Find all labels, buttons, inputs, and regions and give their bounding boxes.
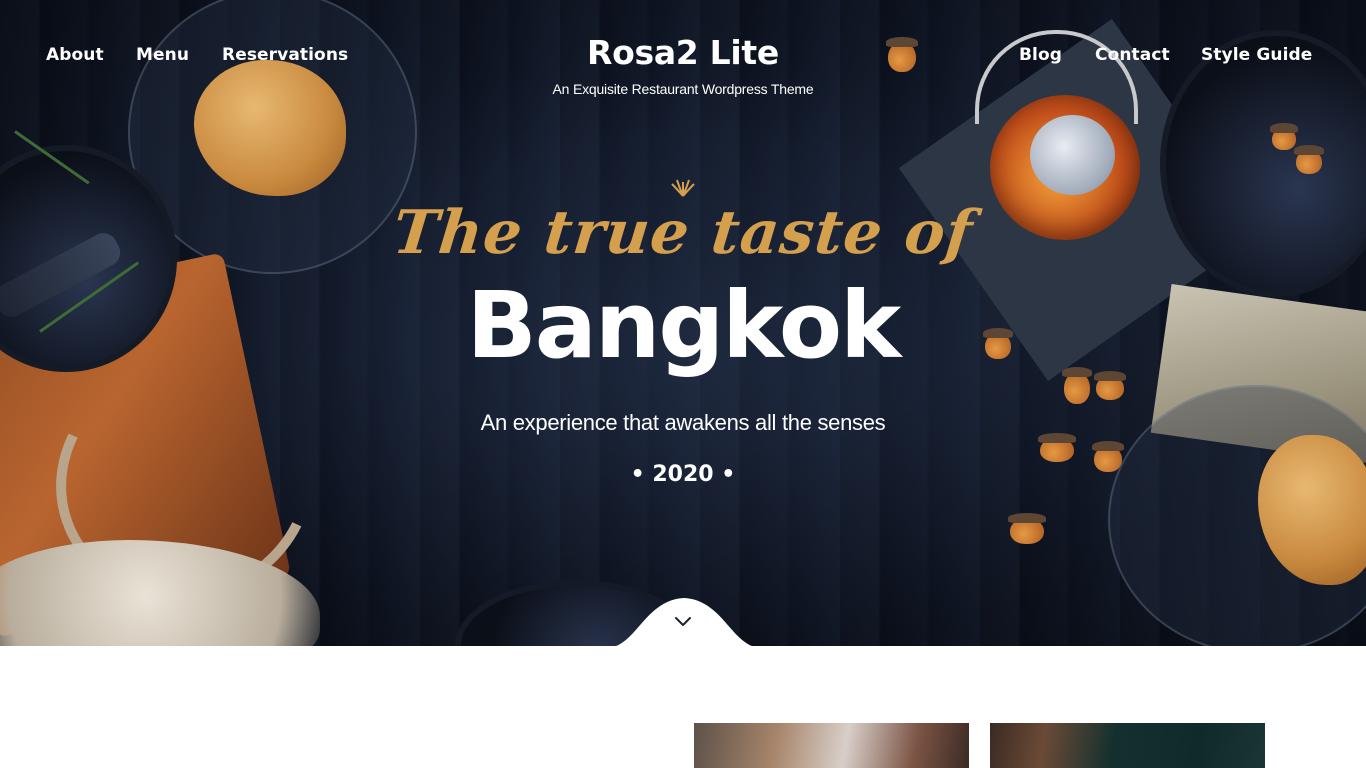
nav-style-guide-link[interactable]: Style Guide xyxy=(1201,45,1312,65)
featured-image-2[interactable] xyxy=(990,723,1265,768)
hero-subheading: An experience that awakens all the sense… xyxy=(480,410,886,435)
acorn-image-8 xyxy=(1270,123,1298,150)
nav-contact-link[interactable]: Contact xyxy=(1095,45,1170,65)
teapot-lid-image xyxy=(1030,115,1115,195)
acorn-image-7 xyxy=(1008,513,1046,544)
hero-headline: Bangkok xyxy=(466,272,902,379)
acorn-image-9 xyxy=(1294,145,1324,174)
lotus-ornament-icon xyxy=(671,179,695,197)
hero-section: About Menu Reservations Rosa2 Lite An Ex… xyxy=(0,0,1366,646)
featured-image-1[interactable] xyxy=(694,723,969,768)
hero-script-heading: The true taste of xyxy=(389,198,977,268)
nav-blog-link[interactable]: Blog xyxy=(1019,45,1062,65)
acorn-image-5 xyxy=(1038,433,1076,462)
chevron-down-icon[interactable] xyxy=(673,614,693,628)
site-tagline: An Exquisite Restaurant Wordpress Theme xyxy=(552,81,814,97)
hero-year: • 2020 • xyxy=(630,462,736,487)
acorn-image-4 xyxy=(1094,371,1126,400)
